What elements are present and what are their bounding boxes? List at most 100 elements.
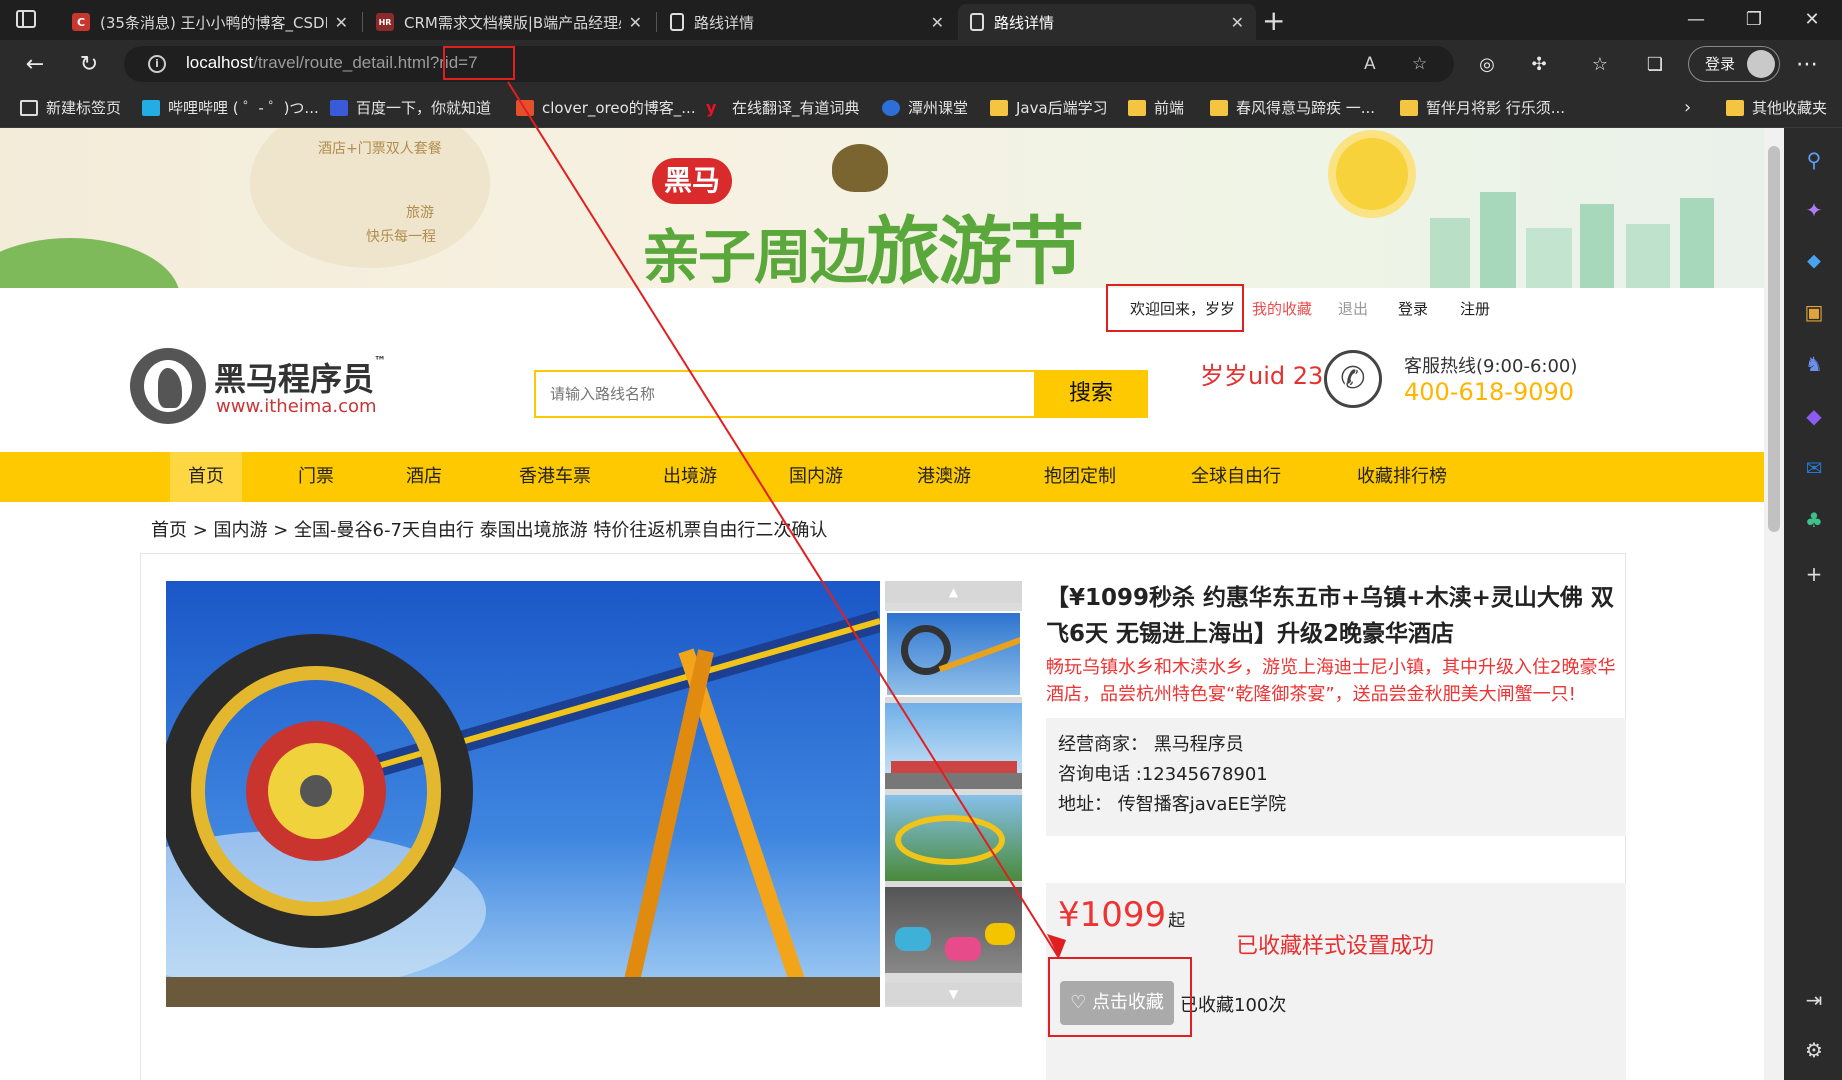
nav-tickets[interactable]: 门票 [282, 452, 350, 502]
collections-icon[interactable]: ❏ [1640, 50, 1670, 80]
profile-login-button[interactable]: 登录 [1688, 46, 1780, 82]
new-tab-icon[interactable]: + [1262, 4, 1285, 37]
nav-fav-ranking[interactable]: 收藏排行榜 [1346, 452, 1458, 502]
favorite-highlight-box [1048, 957, 1192, 1037]
restore-icon[interactable]: ❐ [1734, 6, 1774, 34]
tab-title: CRM需求文档模版|B端产品经理必 [404, 13, 621, 32]
window-close-icon[interactable]: ✕ [1792, 6, 1832, 34]
close-icon[interactable]: ✕ [629, 13, 642, 32]
search-button[interactable]: 搜索 [1034, 370, 1148, 418]
tab-route-detail-active[interactable]: 路线详情 ✕ [958, 4, 1256, 40]
seller-address: 地址： 传智播客javaEE学院 [1058, 794, 1287, 815]
thumbnail[interactable] [885, 795, 1022, 881]
bookmark-item[interactable]: 百度一下，你就知道 [330, 97, 491, 118]
edge-sidebar: ⚲ ✦ ⬥ ▣ ♞ ◆ ✉ ♣ + ⇥ ⚙ [1784, 128, 1842, 1080]
search-icon[interactable]: ⚲ [1802, 148, 1826, 172]
close-icon[interactable]: ✕ [931, 13, 944, 32]
add-icon[interactable]: + [1802, 562, 1826, 586]
address-bar[interactable]: i localhost/travel/route_detail.html?rid… [124, 46, 1454, 82]
reading-icon[interactable]: ◎ [1472, 50, 1502, 80]
shopping-tag-icon[interactable]: ⬥ [1802, 248, 1826, 272]
folder-icon [990, 99, 1008, 116]
bookmark-item[interactable]: 潭州课堂 [882, 97, 968, 118]
nav-hk-macau[interactable]: 港澳游 [906, 452, 982, 502]
thumb-down-arrow-icon[interactable]: ▼ [885, 983, 1022, 1005]
nav-group-custom[interactable]: 抱团定制 [1034, 452, 1126, 502]
back-icon[interactable]: ← [20, 50, 50, 80]
close-icon[interactable]: ✕ [1231, 13, 1244, 32]
site-info-icon[interactable]: i [148, 55, 166, 73]
open-sidebar-icon[interactable]: ⇥ [1802, 988, 1826, 1012]
page-scrollbar[interactable] [1764, 128, 1784, 1080]
tab-route-detail[interactable]: 路线详情 ✕ [658, 4, 956, 40]
promo-banner[interactable]: 酒店+门票双人套餐 旅游 快乐每一程 黑马 亲子周边旅游节 [0, 128, 1764, 288]
tab-actions-icon[interactable] [16, 10, 36, 28]
logout-link[interactable]: 退出 [1338, 298, 1368, 320]
tab-crm[interactable]: HR CRM需求文档模版|B端产品经理必 ✕ [364, 4, 654, 40]
scrollbar-thumb[interactable] [1768, 146, 1780, 532]
banner-bird-icon [832, 144, 888, 192]
bookmark-folder[interactable]: 春风得意马蹄疾 一... [1210, 97, 1375, 118]
seller-info: 经营商家： 黑马程序员 咨询电话 :12345678901 地址： 传智播客ja… [1046, 718, 1626, 836]
tree-icon[interactable]: ♣ [1802, 508, 1826, 532]
nav-global-free[interactable]: 全球自由行 [1180, 452, 1292, 502]
hotline-label: 客服热线(9:00-6:00) [1404, 356, 1578, 377]
nav-domestic[interactable]: 国内游 [778, 452, 854, 502]
tab-csdn[interactable]: C (35条消息) 王小小鸭的博客_CSDN ✕ [60, 4, 360, 40]
bookmark-item[interactable]: 新建标签页 [20, 97, 121, 118]
breadcrumb[interactable]: 首页 > 国内游 > 全国-曼谷6-7天自由行 泰国出境旅游 特价往返机票自由行… [151, 516, 827, 542]
thumb-up-arrow-icon[interactable]: ▲ [885, 581, 1022, 603]
bookmark-folder[interactable]: Java后端学习 [990, 97, 1108, 118]
folder-icon [1210, 99, 1228, 116]
more-menu-icon[interactable]: ⋯ [1792, 50, 1822, 80]
bookmark-folder[interactable]: 暂伴月将影 行乐须... [1400, 97, 1565, 118]
nav-home[interactable]: 首页 [170, 452, 242, 502]
thumbnail[interactable] [885, 703, 1022, 789]
microsoft365-icon[interactable]: ◆ [1802, 404, 1826, 428]
page-viewport: 酒店+门票双人套餐 旅游 快乐每一程 黑马 亲子周边旅游节 欢迎回来，岁岁 我的… [0, 128, 1764, 1080]
settings-gear-icon[interactable]: ⚙ [1802, 1038, 1826, 1062]
nav-hotel[interactable]: 酒店 [394, 452, 454, 502]
favorites-icon[interactable]: ☆ [1585, 50, 1615, 80]
folder-icon [1726, 99, 1744, 116]
extensions-icon[interactable]: ✣ [1524, 50, 1554, 80]
logo-url: www.itheima.com [216, 396, 377, 417]
banner-city-skyline [1430, 178, 1720, 288]
nav-outbound[interactable]: 出境游 [652, 452, 728, 502]
thumbnail[interactable] [885, 887, 1022, 973]
csdn-icon [516, 99, 534, 116]
my-favorites-link[interactable]: 我的收藏 [1252, 298, 1312, 320]
bookmark-folder[interactable]: 前端 [1128, 97, 1184, 118]
bookmark-item[interactable]: clover_oreo的博客_... [516, 97, 696, 118]
read-aloud-icon[interactable]: A [1364, 54, 1376, 74]
bilibili-icon [142, 99, 160, 116]
page-icon [970, 13, 984, 31]
route-search-input[interactable] [536, 372, 1034, 416]
route-search-box[interactable] [534, 370, 1036, 418]
outlook-icon[interactable]: ✉ [1802, 456, 1826, 480]
add-favorite-icon[interactable]: ☆ [1412, 54, 1427, 74]
thumbnail[interactable] [885, 611, 1022, 697]
main-route-image[interactable] [166, 581, 880, 1007]
route-price: ¥1099 起 [1058, 895, 1186, 935]
copilot-icon[interactable]: ✦ [1802, 198, 1826, 222]
bookmarks-overflow-icon[interactable]: › [1684, 97, 1691, 118]
bookmark-folder-other[interactable]: 其他收藏夹 [1726, 97, 1827, 118]
sun-icon [1336, 138, 1408, 210]
pendulum-ride-illustration [166, 581, 880, 1007]
refresh-icon[interactable]: ↻ [74, 50, 104, 80]
games-icon[interactable]: ♞ [1802, 352, 1826, 376]
register-link[interactable]: 注册 [1460, 298, 1490, 320]
minimize-icon[interactable]: — [1676, 6, 1716, 34]
avatar [1747, 50, 1775, 78]
toolbox-icon[interactable]: ▣ [1802, 300, 1826, 324]
bookmark-item[interactable]: 哔哩哔哩 ( ゜- ゜)つ... [142, 97, 319, 118]
new-tab-page-icon [20, 99, 38, 116]
url-text[interactable]: localhost/travel/route_detail.html?rid=7 [186, 53, 478, 73]
nav-hk-bus[interactable]: 香港车票 [510, 452, 600, 502]
bookmark-item[interactable]: y 在线翻译_有道词典 [706, 97, 860, 118]
login-link[interactable]: 登录 [1398, 298, 1428, 320]
tab-title: (35条消息) 王小小鸭的博客_CSDN [100, 13, 327, 32]
close-icon[interactable]: ✕ [335, 13, 348, 32]
horse-logo-icon [130, 348, 206, 424]
